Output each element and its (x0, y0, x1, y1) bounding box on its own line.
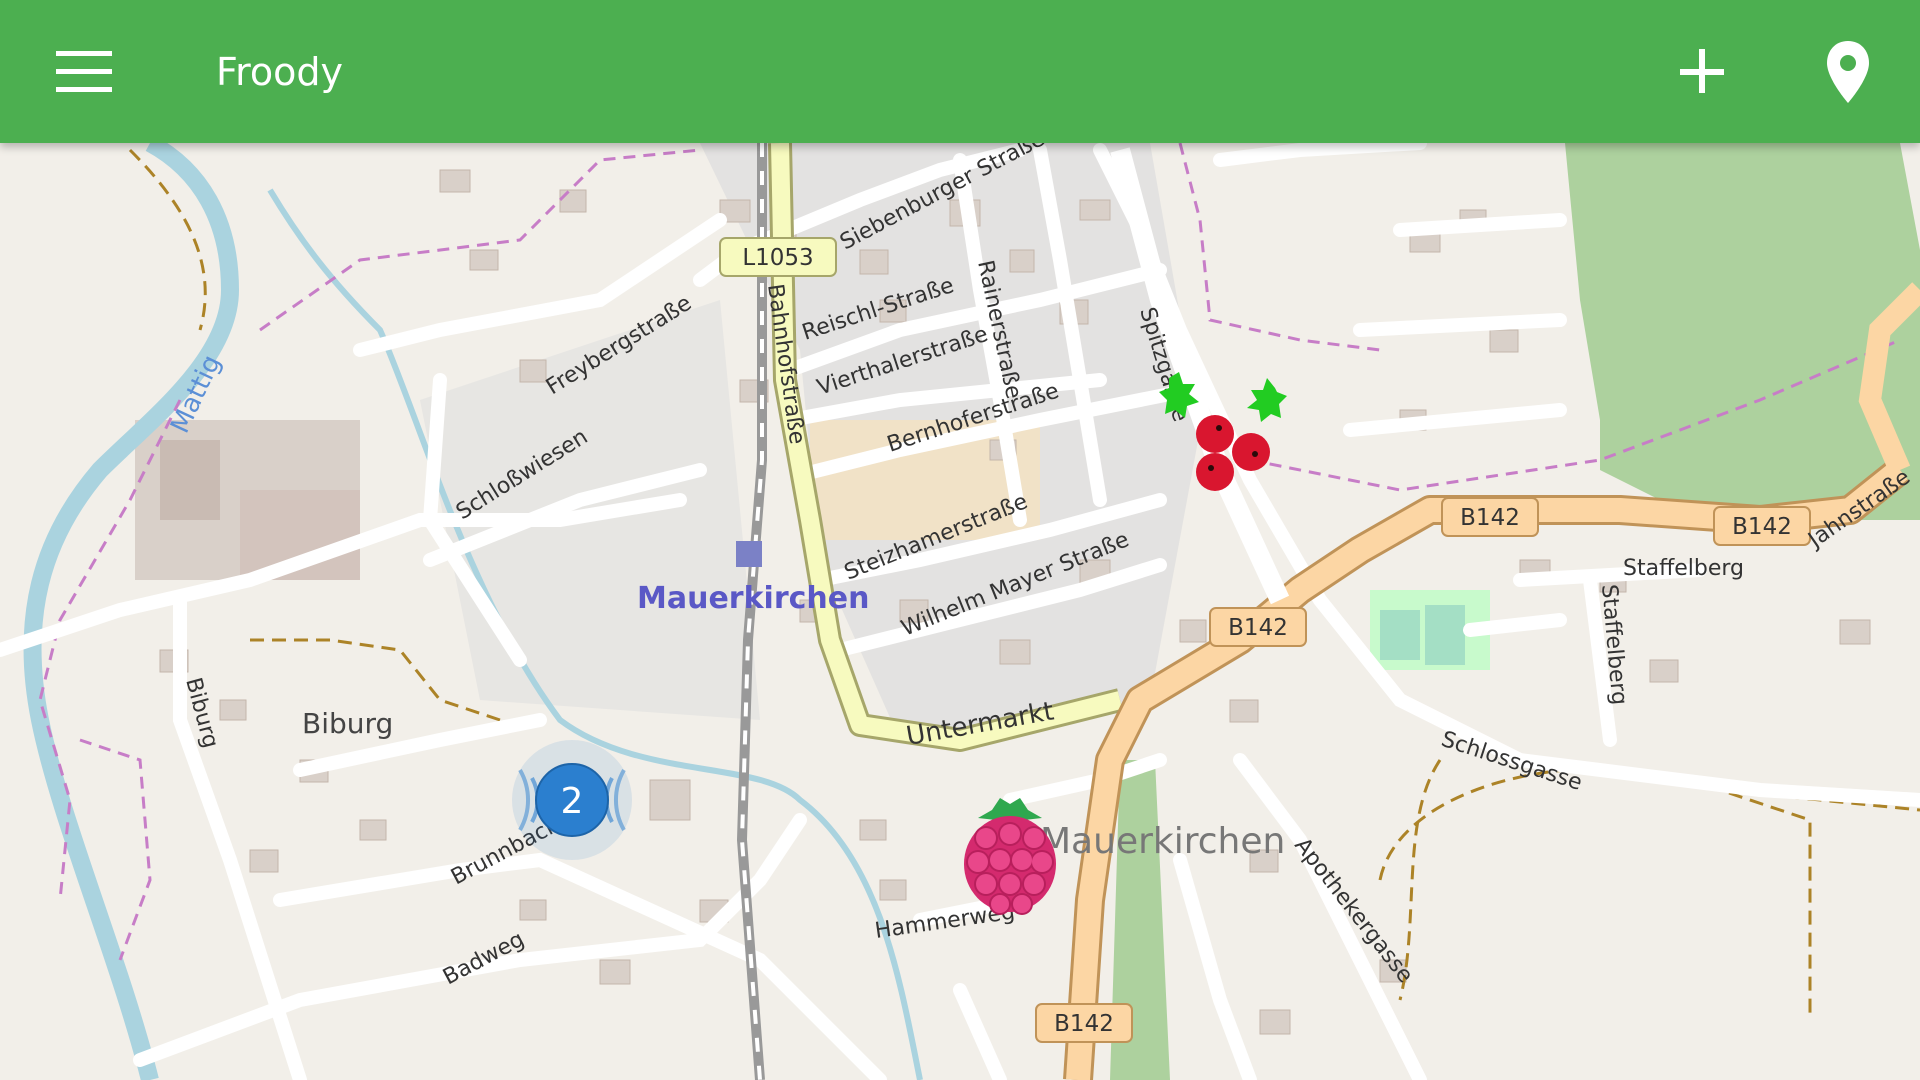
cluster-marker[interactable]: 2 (512, 740, 632, 860)
town-label: Mauerkirchen (637, 581, 869, 616)
forest-area (1565, 143, 1920, 520)
road-shield: B142 (1441, 497, 1539, 537)
svg-text:B142: B142 (1732, 514, 1792, 540)
place-label-mauerkirchen: Mauerkirchen (1040, 821, 1285, 862)
svg-text:B142: B142 (1228, 615, 1288, 641)
train-station-icon[interactable] (736, 541, 762, 567)
hamburger-menu-icon (56, 51, 112, 92)
road-shield: B142 (1035, 1003, 1133, 1043)
cluster-count: 2 (561, 781, 584, 822)
svg-text:L1053: L1053 (742, 245, 813, 271)
svg-text:B142: B142 (1460, 505, 1520, 531)
building (160, 440, 220, 520)
add-button[interactable] (1660, 31, 1746, 113)
menu-button[interactable] (40, 31, 126, 113)
location-pin-icon (1827, 41, 1869, 103)
pitch-area (1425, 605, 1465, 665)
plus-icon (1680, 49, 1724, 93)
road-shield: L1053 (719, 237, 837, 277)
place-label-biburg: Biburg (302, 707, 393, 740)
app-toolbar: Froody (0, 0, 1920, 143)
map-view[interactable]: L1053 B142 B142 B142 B142 Mattig Mauerki… (0, 0, 1920, 1080)
pitch-area (1380, 610, 1420, 660)
svg-text:B142: B142 (1054, 1011, 1114, 1037)
road-shield: B142 (1713, 506, 1811, 546)
app-root: L1053 B142 B142 B142 B142 Mattig Mauerki… (0, 0, 1920, 1080)
my-location-button[interactable] (1805, 31, 1891, 113)
street-label: Staffelberg (1623, 556, 1744, 581)
app-title: Froody (216, 50, 343, 94)
road-shield: B142 (1209, 607, 1307, 647)
